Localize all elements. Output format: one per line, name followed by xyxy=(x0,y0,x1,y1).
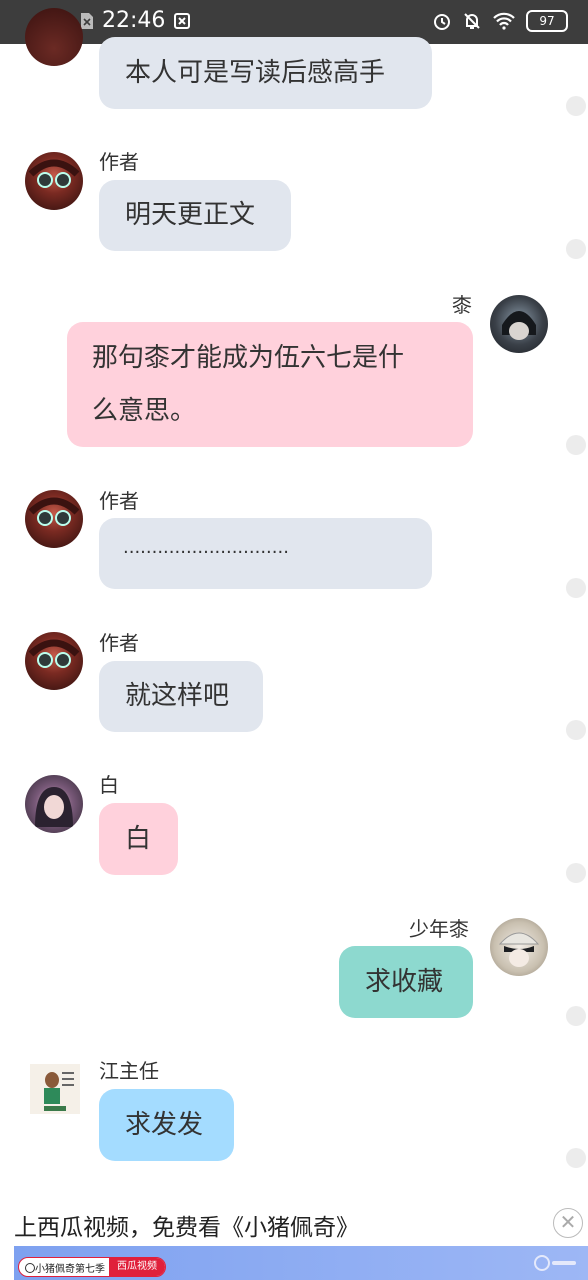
poster-avatar-icon xyxy=(44,1072,74,1111)
screenshot-icon xyxy=(174,12,191,29)
alarm-icon xyxy=(434,14,450,30)
message-text: 求发发 xyxy=(125,1110,204,1140)
mute-bell-icon xyxy=(464,13,480,29)
message-text: 就这样吧 xyxy=(125,681,230,711)
message-text: 明天更正文 xyxy=(125,200,256,230)
message-bubble[interactable]: 那句桼才能成为伍六七是什 么意思。 xyxy=(67,322,473,447)
sender-name: 作者 xyxy=(99,631,139,655)
scroll-dot xyxy=(566,96,586,116)
avatar[interactable] xyxy=(25,152,83,210)
ad-text[interactable]: 上西瓜视频，免费看《小猪佩奇》 xyxy=(14,1208,359,1242)
avatar-face-icon xyxy=(35,787,73,827)
close-icon[interactable]: ✕ xyxy=(553,1208,583,1238)
scroll-dot xyxy=(566,239,586,259)
avatar-face-icon xyxy=(28,159,80,188)
search-icon xyxy=(25,1263,35,1273)
sender-name: 桼 xyxy=(452,293,472,317)
scroll-dot xyxy=(566,863,586,883)
ad-search-pill[interactable]: 小猪佩奇第七季 西瓜视频 xyxy=(18,1257,166,1277)
avatar-face-icon xyxy=(28,639,80,668)
message-bubble[interactable]: 明天更正文 xyxy=(99,180,291,251)
scroll-dot xyxy=(566,435,586,455)
status-left: 22:46 xyxy=(80,8,191,33)
message-bubble[interactable]: 求收藏 xyxy=(339,946,473,1018)
message-text: ····························· xyxy=(123,542,289,563)
avatar-face-icon xyxy=(498,932,540,967)
message-text: 求收藏 xyxy=(365,967,444,997)
wifi-icon xyxy=(493,12,515,30)
scroll-dot xyxy=(566,578,586,598)
scroll-dot xyxy=(566,1006,586,1026)
avatar[interactable] xyxy=(30,1064,80,1114)
brand-logo-icon xyxy=(534,1255,576,1271)
avatar[interactable] xyxy=(25,775,83,833)
message-bubble[interactable]: 求发发 xyxy=(99,1089,234,1161)
scroll-dot xyxy=(566,1148,586,1168)
message-bubble[interactable]: ····························· xyxy=(99,518,432,589)
avatar[interactable] xyxy=(25,490,83,548)
avatar-face-icon xyxy=(28,497,80,526)
ad-app-button[interactable]: 西瓜视频 xyxy=(109,1258,165,1276)
message-text-line: 那句桼才能成为伍六七是什 xyxy=(92,343,405,373)
message-text-line: 么意思。 xyxy=(92,396,197,426)
avatar[interactable] xyxy=(25,8,83,66)
message-bubble[interactable]: 本人可是写读后感高手 xyxy=(99,37,432,109)
sender-name: 江主任 xyxy=(99,1059,159,1083)
no-sim-icon xyxy=(81,12,93,29)
sender-name: 少年桼 xyxy=(409,917,469,941)
scroll-dot xyxy=(566,720,586,740)
clock-time: 22:46 xyxy=(102,8,166,33)
avatar[interactable] xyxy=(490,295,548,353)
avatar[interactable] xyxy=(25,632,83,690)
battery-indicator: 97 xyxy=(526,10,568,32)
sender-name: 白 xyxy=(99,773,119,797)
ad-banner[interactable]: 小猪佩奇第七季 西瓜视频 xyxy=(14,1246,588,1280)
status-right: 97 xyxy=(432,10,568,32)
sender-name: 作者 xyxy=(99,150,139,174)
message-text: 白 xyxy=(125,824,152,854)
avatar-face-icon xyxy=(502,311,536,340)
message-bubble[interactable]: 就这样吧 xyxy=(99,661,263,732)
sender-name: 作者 xyxy=(99,489,139,513)
message-text: 本人可是写读后感高手 xyxy=(125,58,386,88)
avatar[interactable] xyxy=(490,918,548,976)
message-bubble[interactable]: 白 xyxy=(99,803,178,875)
